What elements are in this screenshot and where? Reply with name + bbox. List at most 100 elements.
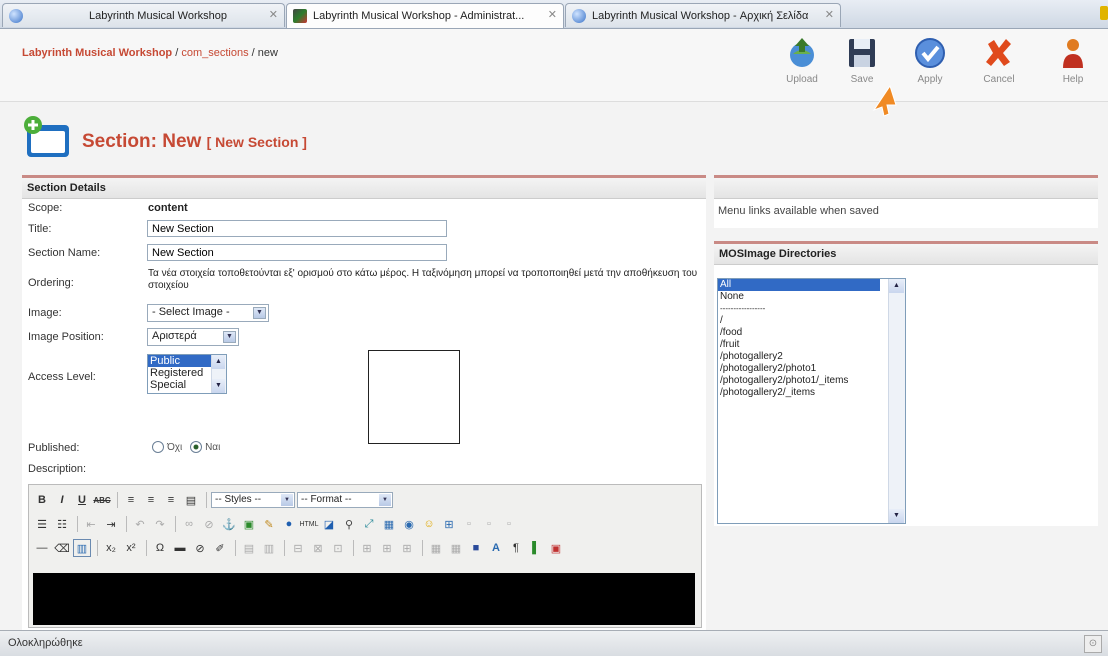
link-icon[interactable]: ∞ xyxy=(180,515,198,533)
directory-option[interactable]: None xyxy=(718,291,905,303)
search-replace-icon[interactable]: ⚲ xyxy=(340,515,358,533)
template-icon[interactable]: ■ xyxy=(467,539,485,557)
strikethrough-icon[interactable]: ABC xyxy=(93,491,111,509)
paste-icon[interactable]: ▫ xyxy=(500,515,518,533)
directory-option[interactable]: /photogallery2/_items xyxy=(718,387,905,399)
edit-image-icon[interactable]: ✐ xyxy=(211,539,229,557)
close-icon[interactable]: ✕ xyxy=(269,8,278,21)
mouse-pointer-icon xyxy=(870,84,902,118)
page-break-icon[interactable]: ▌ xyxy=(527,539,545,557)
row-props-icon[interactable]: ⊞ xyxy=(398,539,416,557)
apply-button[interactable]: Apply xyxy=(905,36,955,96)
underline-icon[interactable]: U xyxy=(73,491,91,509)
image-position-select[interactable]: Αριστερά ▼ xyxy=(147,328,239,346)
spellcheck-icon[interactable]: ⊘ xyxy=(191,539,209,557)
help-button[interactable]: Help xyxy=(1048,36,1098,96)
section-name-input[interactable] xyxy=(147,244,447,261)
scroll-up-icon[interactable]: ▲ xyxy=(212,355,225,369)
ordering-note: Τα νέα στοιχεία τοποθετούνται εξ' ορισμο… xyxy=(148,268,698,291)
preview-icon[interactable]: ◉ xyxy=(400,515,418,533)
read-more-icon[interactable]: ▣ xyxy=(547,539,565,557)
image-insert-icon[interactable]: ▣ xyxy=(240,515,258,533)
table-col-icon[interactable]: ▥ xyxy=(260,539,278,557)
format-select[interactable]: -- Format -- ▼ xyxy=(297,492,393,508)
emoticon-icon[interactable]: ☺ xyxy=(420,515,438,533)
access-level-listbox[interactable]: Public Registered Special ▲ ▼ xyxy=(147,354,227,394)
table-merge-icon[interactable]: ⊠ xyxy=(309,539,327,557)
table-props-icon[interactable]: ⊞ xyxy=(358,539,376,557)
unlink-icon[interactable]: ⊘ xyxy=(200,515,218,533)
cell-props-icon[interactable]: ⊞ xyxy=(378,539,396,557)
superscript-icon[interactable]: x² xyxy=(122,539,140,557)
html-source-icon[interactable]: HTML xyxy=(299,515,318,533)
italic-icon[interactable]: I xyxy=(53,491,71,509)
directory-option[interactable]: All xyxy=(718,279,880,291)
scroll-down-icon[interactable]: ▼ xyxy=(889,509,904,523)
table-icon[interactable]: ⊞ xyxy=(440,515,458,533)
text-direction-icon[interactable]: A xyxy=(487,539,505,557)
breadcrumb-site[interactable]: Labyrinth Musical Workshop xyxy=(22,47,172,59)
help-circle-icon[interactable]: ● xyxy=(280,515,298,533)
styles-select[interactable]: -- Styles -- ▼ xyxy=(211,492,295,508)
visual-aid-icon[interactable]: ▥ xyxy=(73,539,91,557)
media-icon[interactable]: ▦ xyxy=(380,515,398,533)
anchor-icon[interactable]: ⚓ xyxy=(220,515,238,533)
align-left-icon[interactable]: ≡ xyxy=(122,491,140,509)
image-select-value: - Select Image - xyxy=(152,306,230,318)
special-char-icon[interactable]: Ω xyxy=(151,539,169,557)
horizontal-rule-icon[interactable]: — xyxy=(33,539,51,557)
cleanup-icon[interactable]: ✎ xyxy=(260,515,278,533)
close-icon[interactable]: ✕ xyxy=(548,8,557,21)
published-no-radio[interactable]: Όχι xyxy=(152,441,182,454)
directories-listbox[interactable]: All None ----------------- / /food /frui… xyxy=(717,278,906,524)
published-yes-radio[interactable]: Ναι xyxy=(190,441,220,454)
layer-icon[interactable]: ▦ xyxy=(427,539,445,557)
directory-option[interactable]: /photogallery2/photo1 xyxy=(718,363,905,375)
image-label: Image: xyxy=(28,307,62,319)
image-select[interactable]: - Select Image - ▼ xyxy=(147,304,269,322)
table-row-icon[interactable]: ▤ xyxy=(240,539,258,557)
security-status-icon[interactable]: ⊙ xyxy=(1084,635,1102,653)
insert-date-icon[interactable]: ◪ xyxy=(320,515,338,533)
upload-button[interactable]: Upload xyxy=(777,36,827,96)
layer-forward-icon[interactable]: ▦ xyxy=(447,539,465,557)
insert-line-icon[interactable]: ▬ xyxy=(171,539,189,557)
directory-option[interactable]: /fruit xyxy=(718,339,905,351)
table-insert-icon[interactable]: ⊟ xyxy=(289,539,307,557)
browser-tab-1[interactable]: Labyrinth Musical Workshop ✕ xyxy=(2,3,285,27)
outdent-icon[interactable]: ⇤ xyxy=(82,515,100,533)
subscript-icon[interactable]: x₂ xyxy=(102,539,120,557)
paragraph-icon[interactable]: ¶ xyxy=(507,539,525,557)
fullscreen-icon[interactable]: ⤢ xyxy=(360,515,378,533)
copy-icon[interactable]: ▫ xyxy=(480,515,498,533)
directory-option[interactable]: /photogallery2 xyxy=(718,351,905,363)
numbered-list-icon[interactable]: ☷ xyxy=(53,515,71,533)
listbox-scrollbar[interactable]: ▲ ▼ xyxy=(211,355,226,393)
align-center-icon[interactable]: ≡ xyxy=(142,491,160,509)
directory-option[interactable]: /food xyxy=(718,327,905,339)
bold-icon[interactable]: B xyxy=(33,491,51,509)
bullet-list-icon[interactable]: ☰ xyxy=(33,515,51,533)
scroll-up-icon[interactable]: ▲ xyxy=(889,279,904,293)
indent-icon[interactable]: ⇥ xyxy=(102,515,120,533)
directory-option[interactable]: / xyxy=(718,315,905,327)
cut-icon[interactable]: ▫ xyxy=(460,515,478,533)
browser-tab-3[interactable]: Labyrinth Musical Workshop - Αρχική Σελί… xyxy=(565,3,841,27)
title-input[interactable] xyxy=(147,220,447,237)
listbox-scrollbar[interactable]: ▲ ▼ xyxy=(888,279,905,523)
redo-icon[interactable]: ↷ xyxy=(151,515,169,533)
close-icon[interactable]: ✕ xyxy=(825,8,834,21)
remove-format-icon[interactable]: ⌫ xyxy=(53,539,71,557)
breadcrumb-component[interactable]: com_sections xyxy=(181,47,248,59)
browser-tab-2[interactable]: Labyrinth Musical Workshop - Administrat… xyxy=(286,3,564,28)
editor-content-area[interactable] xyxy=(33,573,695,625)
image-preview xyxy=(368,350,460,444)
align-justify-icon[interactable]: ▤ xyxy=(182,491,200,509)
directory-option[interactable]: /photogallery2/photo1/_items xyxy=(718,375,905,387)
align-right-icon[interactable]: ≡ xyxy=(162,491,180,509)
scroll-down-icon[interactable]: ▼ xyxy=(212,379,225,393)
table-split-icon[interactable]: ⊡ xyxy=(329,539,347,557)
undo-icon[interactable]: ↶ xyxy=(131,515,149,533)
tab-list-icon[interactable] xyxy=(1100,6,1108,20)
cancel-button[interactable]: Cancel xyxy=(974,36,1024,96)
